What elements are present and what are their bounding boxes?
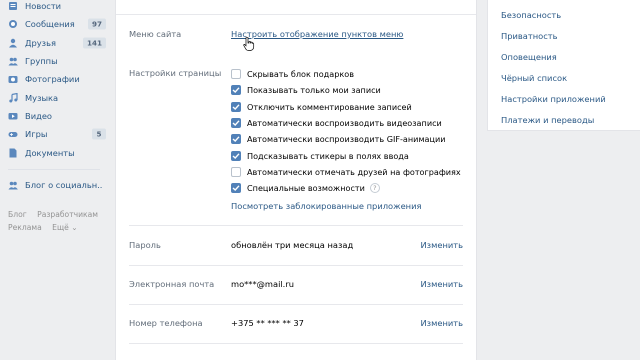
footer-link-blog[interactable]: Блог: [8, 210, 27, 219]
settings-card: Меню сайта Настроить отображение пунктов…: [115, 0, 477, 360]
messages-count-badge: 97: [87, 18, 106, 30]
nav-label: Видео: [25, 110, 53, 121]
menu-item-privacy[interactable]: Приватность: [501, 31, 558, 41]
option-label: Подсказывать стикеры в полях ввода: [247, 150, 409, 161]
password-label: Пароль: [129, 240, 161, 250]
option-label: Автоматически отмечать друзей на фотогра…: [247, 166, 461, 177]
footer-link-ads[interactable]: Реклама: [8, 223, 42, 232]
nav-label: Фотографии: [25, 74, 80, 85]
option-autoplay-video[interactable]: Автоматически воспроизводить видеозаписи: [231, 115, 461, 131]
option-label: Автоматически воспроизводить видеозаписи: [247, 118, 442, 129]
friends-icon: [8, 38, 18, 48]
help-icon[interactable]: ?: [369, 183, 380, 194]
blocked-apps-link[interactable]: Посмотреть заблокированные приложения: [231, 201, 421, 211]
page-settings-options: Скрывать блок подарков Показывать только…: [231, 66, 461, 196]
section-divider: [129, 304, 463, 305]
nav-item-messages[interactable]: Сообщения 97: [0, 15, 108, 33]
checkbox-checked[interactable]: [231, 134, 241, 145]
option-disable-comments[interactable]: Отключить комментирование записей: [231, 99, 461, 115]
email-value: mo***@mail.ru: [231, 279, 294, 289]
checkbox[interactable]: [231, 69, 241, 80]
email-label: Электронная почта: [129, 279, 215, 289]
page-settings-label: Настройки страницы: [129, 68, 222, 78]
section-divider: [129, 265, 463, 266]
password-value: обновлён три месяца назад: [231, 240, 354, 250]
phone-label: Номер телефона: [129, 318, 203, 328]
nav-label: Группы: [25, 56, 58, 67]
nav-item-blog-group[interactable]: Блог о социальн..: [0, 176, 108, 194]
nav-item-groups[interactable]: Группы: [0, 52, 108, 70]
section-divider: [129, 225, 463, 226]
option-label: Автоматически воспроизводить GIF-анимаци…: [247, 134, 446, 145]
messages-icon: [8, 19, 18, 29]
nav-label: Друзья: [25, 37, 56, 48]
games-icon: [8, 129, 18, 139]
nav-label: Сообщения: [25, 19, 75, 30]
news-icon: [8, 1, 18, 11]
option-label: Специальные возможности: [247, 183, 365, 194]
nav-label: Документы: [25, 147, 75, 158]
menu-item-app-settings[interactable]: Настройки приложений: [501, 94, 606, 104]
menu-item-notifications[interactable]: Оповещения: [501, 52, 557, 62]
option-autoplay-gif[interactable]: Автоматически воспроизводить GIF-анимаци…: [231, 131, 461, 147]
nav-label: Новости: [25, 1, 62, 12]
option-label: Отключить комментирование записей: [247, 101, 412, 112]
menu-item-blacklist[interactable]: Чёрный список: [501, 73, 567, 83]
nav-footer: Блог Разработчикам Реклама Ещё ⌄: [0, 208, 108, 234]
option-auto-tag-friends[interactable]: Автоматически отмечать друзей на фотогра…: [231, 164, 461, 180]
change-phone-link[interactable]: Изменить: [420, 318, 463, 328]
menu-item-security[interactable]: Безопасность: [501, 10, 561, 20]
footer-link-more[interactable]: Ещё ⌄: [52, 223, 77, 232]
option-label: Скрывать блок подарков: [247, 69, 354, 80]
section-divider: [129, 343, 463, 344]
option-accessibility[interactable]: Специальные возможности ?: [231, 180, 461, 196]
option-show-only-my-posts[interactable]: Показывать только мои записи: [231, 82, 461, 98]
friends-count-badge: 141: [82, 37, 106, 49]
checkbox-checked[interactable]: [231, 101, 241, 112]
checkbox-checked[interactable]: [231, 183, 241, 194]
menu-label: Меню сайта: [129, 29, 182, 39]
groups-icon: [8, 56, 18, 66]
nav-label: Блог о социальн..: [25, 179, 103, 190]
checkbox[interactable]: [231, 166, 241, 177]
menu-item-payments[interactable]: Платежи и переводы: [501, 115, 594, 125]
header-divider: [116, 14, 476, 15]
option-label: Показывать только мои записи: [247, 85, 381, 96]
games-count-badge: 5: [92, 128, 106, 140]
nav-item-documents[interactable]: Документы: [0, 143, 108, 161]
phone-value: +375 ** *** ** 37: [231, 318, 304, 328]
settings-right-menu: Безопасность Приватность Оповещения Чёрн…: [487, 0, 640, 131]
nav-item-friends[interactable]: Друзья 141: [0, 34, 108, 52]
documents-icon: [8, 148, 18, 158]
nav-item-photos[interactable]: Фотографии: [0, 70, 108, 88]
hand-cursor-icon: [243, 37, 255, 51]
nav-item-video[interactable]: Видео: [0, 107, 108, 125]
checkbox-checked[interactable]: [231, 85, 241, 96]
checkbox-checked[interactable]: [231, 118, 241, 129]
configure-menu-link[interactable]: Настроить отображение пунктов меню: [231, 29, 403, 39]
nav-item-news[interactable]: Новости: [0, 0, 108, 15]
change-email-link[interactable]: Изменить: [420, 279, 463, 289]
music-icon: [8, 92, 18, 103]
checkbox-checked[interactable]: [231, 150, 241, 161]
nav-item-music[interactable]: Музыка: [0, 88, 108, 106]
left-navigation: Новости Сообщения 97 Друзья 141 Группы Ф…: [0, 0, 108, 234]
nav-divider: [8, 168, 100, 170]
photos-icon: [8, 74, 18, 84]
nav-item-games[interactable]: Игры 5: [0, 125, 108, 143]
option-sticker-hints[interactable]: Подсказывать стикеры в полях ввода: [231, 147, 461, 163]
change-password-link[interactable]: Изменить: [420, 240, 463, 250]
footer-link-developers[interactable]: Разработчикам: [37, 210, 98, 219]
video-icon: [8, 111, 18, 121]
group-icon: [8, 180, 18, 190]
nav-label: Музыка: [25, 92, 59, 103]
nav-label: Игры: [25, 129, 48, 140]
option-hide-gifts[interactable]: Скрывать блок подарков: [231, 66, 461, 82]
